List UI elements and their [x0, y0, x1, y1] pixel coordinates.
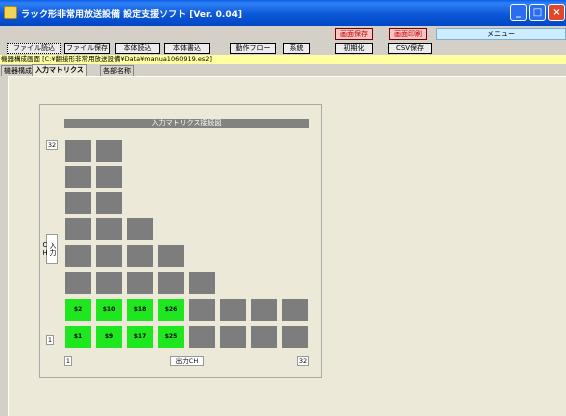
toolbar: ファイル読込 ファイル保存 本体読込 本体書込 動作フロー 系統 初期化 CSV… — [0, 42, 566, 55]
tab-part-names[interactable]: 各部名称 — [100, 65, 134, 76]
matrix-title: 入力マトリクス接続図 — [64, 119, 309, 128]
x-axis-right-label: 32 — [297, 356, 309, 366]
matrix-cell[interactable] — [251, 326, 277, 348]
matrix-cell-active[interactable]: $17 — [127, 326, 153, 348]
window-title: ラック形非常用放送設備 設定支援ソフト [Ver. 0.04] — [21, 10, 242, 20]
matrix-cell[interactable] — [127, 245, 153, 267]
path-bar: 機器構成画面 [C:¥翻接形非常用放送設備¥Data¥manua1060919.… — [0, 55, 566, 64]
matrix-cell[interactable] — [189, 272, 215, 294]
tab-input-matrix[interactable]: 入力マトリクス — [32, 64, 87, 76]
tab-device-config[interactable]: 機器構成 — [1, 65, 35, 76]
save-screen-button[interactable]: 画面保存 — [335, 28, 373, 40]
file-read-button[interactable]: ファイル読込 — [7, 43, 61, 54]
matrix-cell[interactable] — [96, 218, 122, 240]
matrix-cell-active[interactable]: $2 — [65, 299, 91, 321]
matrix-cell[interactable] — [65, 166, 91, 188]
matrix-cell-active[interactable]: $1 — [65, 326, 91, 348]
maximize-icon[interactable]: □ — [529, 4, 546, 21]
screen-label: 機器構成画面 — [1, 55, 40, 63]
csv-save-button[interactable]: CSV保存 — [388, 43, 432, 54]
matrix-cell[interactable] — [282, 326, 308, 348]
matrix-cell-active[interactable]: $9 — [96, 326, 122, 348]
matrix-cell[interactable] — [189, 299, 215, 321]
y-axis-top-label: 32 — [46, 140, 58, 150]
system-button[interactable]: 系統 — [283, 43, 310, 54]
minimize-icon[interactable]: _ — [510, 4, 527, 21]
app-icon — [4, 6, 17, 19]
y-axis-label: 入力CH — [41, 234, 58, 264]
matrix-cell-active[interactable]: $18 — [127, 299, 153, 321]
matrix-cell[interactable] — [220, 299, 246, 321]
matrix-cell[interactable] — [65, 272, 91, 294]
matrix-cell[interactable] — [220, 326, 246, 348]
matrix-cell[interactable] — [65, 245, 91, 267]
matrix-cell[interactable] — [65, 192, 91, 214]
body-write-button[interactable]: 本体書込 — [164, 43, 210, 54]
initialize-button[interactable]: 初期化 — [335, 43, 373, 54]
matrix-cell[interactable] — [96, 192, 122, 214]
menu-button[interactable]: メニュー — [436, 28, 566, 40]
matrix-cell[interactable] — [96, 272, 122, 294]
action-flow-button[interactable]: 動作フロー — [230, 43, 276, 54]
close-icon[interactable]: × — [548, 4, 565, 21]
tab-bar: 機器構成 入力マトリクス 各部名称 — [0, 64, 566, 76]
x-axis-left-label: 1 — [64, 356, 72, 366]
matrix-cell[interactable] — [65, 218, 91, 240]
matrix-cell[interactable] — [127, 272, 153, 294]
matrix-cell[interactable] — [158, 245, 184, 267]
matrix-cell[interactable] — [251, 299, 277, 321]
matrix-cell[interactable] — [127, 218, 153, 240]
y-axis-bottom-label: 1 — [46, 335, 54, 345]
body-read-button[interactable]: 本体読込 — [115, 43, 160, 54]
matrix-cell[interactable] — [96, 245, 122, 267]
matrix-cell[interactable] — [189, 326, 215, 348]
matrix-cell-active[interactable]: $10 — [96, 299, 122, 321]
matrix-cell-active[interactable]: $26 — [158, 299, 184, 321]
matrix-cell[interactable] — [96, 140, 122, 162]
file-save-button[interactable]: ファイル保存 — [64, 43, 110, 54]
matrix-cell[interactable] — [65, 140, 91, 162]
matrix-cell[interactable] — [282, 299, 308, 321]
print-screen-button[interactable]: 画面印刷 — [389, 28, 427, 40]
title-bar: ラック形非常用放送設備 設定支援ソフト [Ver. 0.04] _ □ × — [0, 0, 566, 26]
file-path: [C:¥翻接形非常用放送設備¥Data¥manua1060919.es2] — [42, 55, 212, 63]
matrix-cell-active[interactable]: $25 — [158, 326, 184, 348]
matrix-cell[interactable] — [96, 166, 122, 188]
matrix-cell[interactable] — [158, 272, 184, 294]
x-axis-label: 出力CH — [170, 356, 204, 366]
